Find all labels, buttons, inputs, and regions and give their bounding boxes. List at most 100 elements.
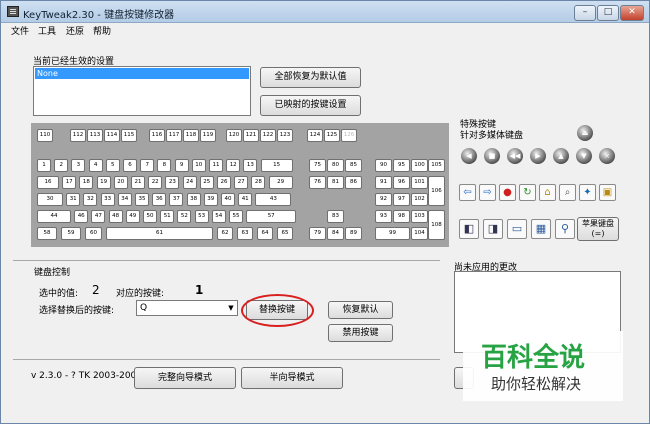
key-95[interactable]: 95 bbox=[393, 159, 410, 172]
key-61[interactable]: 61 bbox=[106, 227, 213, 240]
apple-keyboard-button[interactable]: 苹果键盘 (=) bbox=[577, 217, 619, 241]
key-35[interactable]: 35 bbox=[135, 193, 149, 206]
key-4[interactable]: 4 bbox=[88, 159, 103, 172]
key-24[interactable]: 24 bbox=[182, 176, 197, 189]
key-59[interactable]: 59 bbox=[61, 227, 81, 240]
key-117[interactable]: 117 bbox=[166, 129, 182, 142]
list-item[interactable]: None bbox=[35, 68, 249, 79]
menu-tools[interactable]: 工具 bbox=[38, 24, 56, 37]
key-119[interactable]: 119 bbox=[200, 129, 216, 142]
magnifier-icon[interactable]: ⚲ bbox=[555, 219, 575, 239]
media-stop-icon[interactable]: ■ bbox=[484, 148, 500, 164]
key-55[interactable]: 55 bbox=[229, 210, 243, 223]
key-65[interactable]: 65 bbox=[277, 227, 293, 240]
key-125[interactable]: 125 bbox=[324, 129, 340, 142]
restore-default-button[interactable]: 恢复默认 bbox=[328, 301, 393, 319]
replacement-key-select[interactable]: Q ▼ bbox=[136, 300, 238, 316]
chevron-down-icon[interactable]: ▼ bbox=[225, 301, 237, 315]
mapped-keys-button[interactable]: 已映射的按键设置 bbox=[260, 95, 361, 116]
key-106[interactable]: 106 bbox=[428, 176, 445, 206]
key-89[interactable]: 89 bbox=[345, 227, 362, 240]
key-23[interactable]: 23 bbox=[165, 176, 180, 189]
restore-all-defaults-button[interactable]: 全部恢复为默认值 bbox=[260, 67, 361, 88]
key-6[interactable]: 6 bbox=[123, 159, 137, 172]
menu-help[interactable]: 帮助 bbox=[93, 24, 111, 37]
key-98[interactable]: 98 bbox=[393, 210, 410, 223]
menu-file[interactable]: 文件 bbox=[11, 24, 29, 37]
key-102[interactable]: 102 bbox=[411, 193, 428, 206]
key-116[interactable]: 116 bbox=[149, 129, 165, 142]
key-25[interactable]: 25 bbox=[199, 176, 214, 189]
key-51[interactable]: 51 bbox=[160, 210, 175, 223]
key-99[interactable]: 99 bbox=[375, 227, 410, 240]
key-64[interactable]: 64 bbox=[257, 227, 273, 240]
key-30[interactable]: 30 bbox=[37, 193, 63, 206]
key-76[interactable]: 76 bbox=[309, 176, 326, 189]
key-63[interactable]: 63 bbox=[237, 227, 253, 240]
power-icon[interactable]: ◨ bbox=[483, 219, 503, 239]
media-play-icon[interactable]: ▶ bbox=[530, 148, 546, 164]
key-18[interactable]: 18 bbox=[79, 176, 94, 189]
key-11[interactable]: 11 bbox=[209, 159, 223, 172]
key-22[interactable]: 22 bbox=[148, 176, 163, 189]
key-75[interactable]: 75 bbox=[309, 159, 326, 172]
eject-icon[interactable]: ⏏ bbox=[577, 125, 593, 141]
key-90[interactable]: 90 bbox=[375, 159, 392, 172]
key-91[interactable]: 91 bbox=[375, 176, 392, 189]
key-29[interactable]: 29 bbox=[268, 176, 293, 189]
key-120[interactable]: 120 bbox=[226, 129, 242, 142]
key-40[interactable]: 40 bbox=[221, 193, 235, 206]
key-15[interactable]: 15 bbox=[260, 159, 293, 172]
disable-key-button[interactable]: 禁用按键 bbox=[328, 324, 393, 342]
key-54[interactable]: 54 bbox=[211, 210, 226, 223]
current-settings-list[interactable]: None bbox=[33, 66, 251, 116]
key-8[interactable]: 8 bbox=[157, 159, 172, 172]
key-92[interactable]: 92 bbox=[375, 193, 392, 206]
key-13[interactable]: 13 bbox=[243, 159, 258, 172]
key-9[interactable]: 9 bbox=[174, 159, 189, 172]
key-100[interactable]: 100 bbox=[411, 159, 428, 172]
forward-arrow-icon[interactable]: ⇨ bbox=[479, 184, 496, 201]
half-wizard-button[interactable]: 半向导模式 bbox=[241, 367, 343, 389]
key-121[interactable]: 121 bbox=[243, 129, 259, 142]
folder-icon[interactable]: ▣ bbox=[599, 184, 616, 201]
key-83[interactable]: 83 bbox=[327, 210, 344, 223]
key-103[interactable]: 103 bbox=[411, 210, 428, 223]
key-33[interactable]: 33 bbox=[100, 193, 115, 206]
key-41[interactable]: 41 bbox=[238, 193, 253, 206]
key-1[interactable]: 1 bbox=[37, 159, 51, 172]
key-84[interactable]: 84 bbox=[327, 227, 344, 240]
key-10[interactable]: 10 bbox=[191, 159, 206, 172]
key-105[interactable]: 105 bbox=[428, 159, 445, 172]
key-80[interactable]: 80 bbox=[327, 159, 344, 172]
media-rewind-icon[interactable]: ◀◀ bbox=[507, 148, 523, 164]
key-26[interactable]: 26 bbox=[217, 176, 231, 189]
key-27[interactable]: 27 bbox=[234, 176, 249, 189]
key-86[interactable]: 86 bbox=[345, 176, 362, 189]
key-43[interactable]: 43 bbox=[255, 193, 292, 206]
key-113[interactable]: 113 bbox=[87, 129, 103, 142]
key-39[interactable]: 39 bbox=[203, 193, 218, 206]
key-52[interactable]: 52 bbox=[177, 210, 192, 223]
key-97[interactable]: 97 bbox=[393, 193, 410, 206]
sleep-icon[interactable]: ◧ bbox=[459, 219, 479, 239]
key-17[interactable]: 17 bbox=[62, 176, 77, 189]
key-101[interactable]: 101 bbox=[411, 176, 428, 189]
key-85[interactable]: 85 bbox=[345, 159, 362, 172]
key-37[interactable]: 37 bbox=[169, 193, 184, 206]
key-81[interactable]: 81 bbox=[327, 176, 344, 189]
key-20[interactable]: 20 bbox=[113, 176, 128, 189]
key-62[interactable]: 62 bbox=[217, 227, 233, 240]
minimize-button[interactable]: – bbox=[574, 5, 596, 21]
key-110[interactable]: 110 bbox=[37, 129, 53, 142]
key-122[interactable]: 122 bbox=[260, 129, 276, 142]
key-126[interactable]: 126 bbox=[341, 129, 357, 142]
volume-down-icon[interactable]: ▼ bbox=[576, 148, 592, 164]
key-21[interactable]: 21 bbox=[131, 176, 145, 189]
key-12[interactable]: 12 bbox=[226, 159, 241, 172]
key-93[interactable]: 93 bbox=[375, 210, 392, 223]
menu-restore[interactable]: 还原 bbox=[66, 24, 84, 37]
key-114[interactable]: 114 bbox=[104, 129, 120, 142]
web-favorites-icon[interactable]: ✦ bbox=[579, 184, 596, 201]
key-46[interactable]: 46 bbox=[74, 210, 89, 223]
